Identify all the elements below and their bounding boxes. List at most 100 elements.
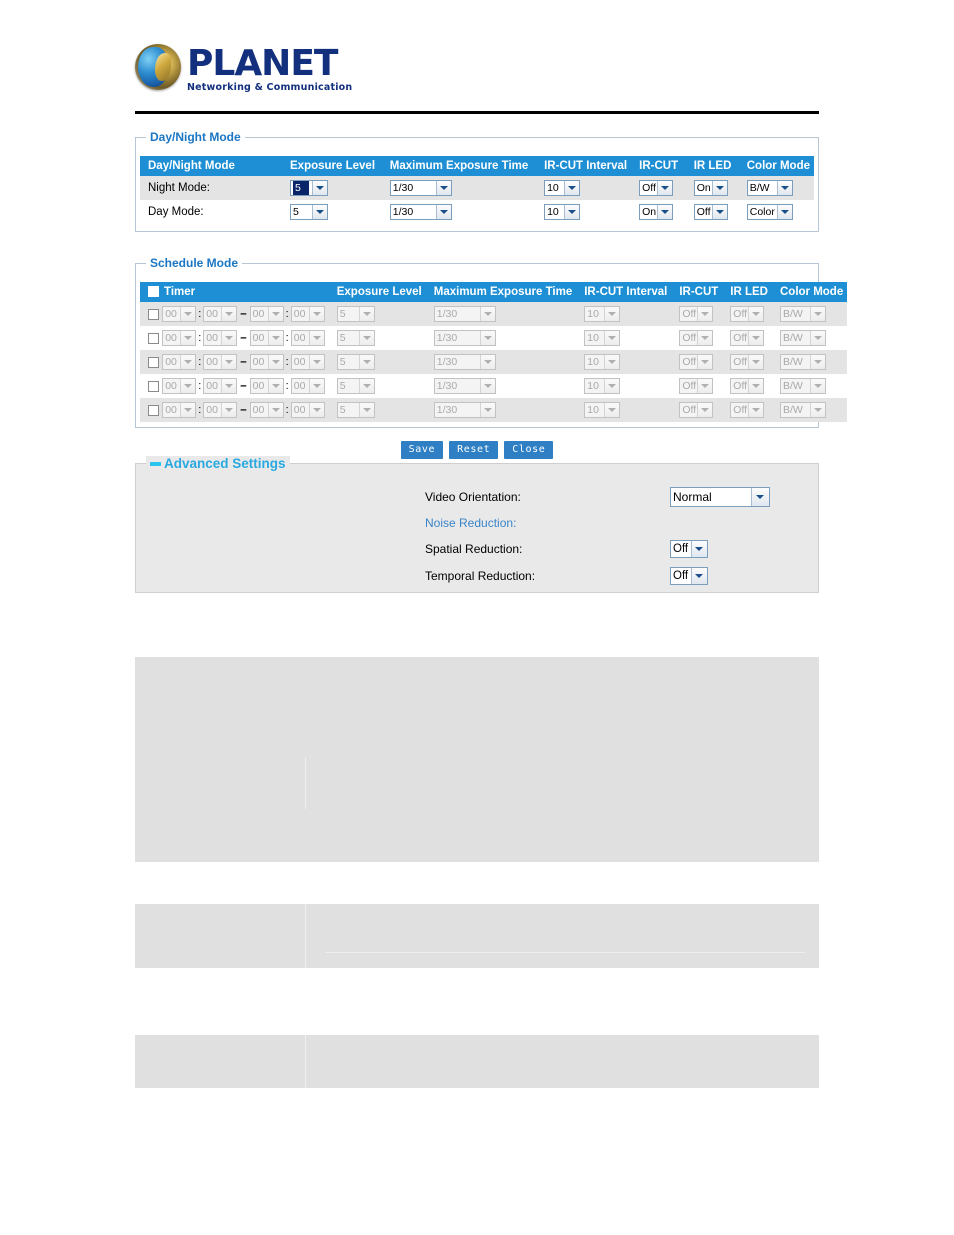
schedule-row-2-checkbox[interactable] bbox=[148, 332, 159, 344]
chevron-down-icon bbox=[691, 541, 707, 557]
day-color-mode-select[interactable]: Color bbox=[746, 204, 793, 220]
schedule-row-4-end-minute-select[interactable]: 00 bbox=[290, 378, 325, 394]
chevron-down-icon bbox=[657, 181, 673, 195]
schedule-row-3-checkbox[interactable] bbox=[148, 356, 159, 368]
schedule-row-2-max-exposure-time-select[interactable]: 1/30 bbox=[433, 330, 496, 346]
night-ircut-select[interactable]: Off bbox=[639, 180, 674, 196]
close-button[interactable]: Close bbox=[504, 441, 554, 459]
schedule-row-1-color-mode-select[interactable]: B/W bbox=[779, 306, 826, 322]
day-max-exposure-time-select[interactable]: 1/30 bbox=[389, 204, 452, 220]
time-separator: : bbox=[285, 308, 289, 321]
schedule-row-4-start-minute-select[interactable]: 00 bbox=[203, 378, 238, 394]
schedule-row-4-ircut-select[interactable]: Off bbox=[679, 378, 714, 394]
schedule-row-2-end-hour-select[interactable]: 00 bbox=[249, 330, 284, 346]
schedule-row-2-ircut-interval-select[interactable]: 10 bbox=[584, 330, 621, 346]
schedule-row-2-start-minute-select[interactable]: 00 bbox=[203, 330, 238, 346]
schedule-row-5-end-hour-select[interactable]: 00 bbox=[249, 402, 284, 418]
daynight-panel-legend: Day/Night Mode bbox=[146, 130, 245, 144]
schedule-row-1-exposure-level-select[interactable]: 5 bbox=[336, 306, 375, 322]
night-max-exposure-time-select[interactable]: 1/30 bbox=[389, 180, 452, 196]
schedule-row-1-start-hour-select[interactable]: 00 bbox=[162, 306, 197, 322]
schedule-row-2-color-mode-select[interactable]: B/W bbox=[779, 330, 826, 346]
schedule-row-3-irled-select[interactable]: Off bbox=[730, 354, 765, 370]
schedule-row-3-ircut-interval-select[interactable]: 10 bbox=[584, 354, 621, 370]
schedule-row-2-end-minute-select[interactable]: 00 bbox=[290, 330, 325, 346]
night-irled-select[interactable]: On bbox=[693, 180, 728, 196]
schedule-row-3-end-minute-select[interactable]: 00 bbox=[290, 354, 325, 370]
day-ircut-select[interactable]: On bbox=[639, 204, 674, 220]
schedule-row-1-end-minute-select[interactable]: 00 bbox=[290, 306, 325, 322]
schedule-row-1-irled-select[interactable]: Off bbox=[730, 306, 765, 322]
schedule-row-5-color-mode-select[interactable]: B/W bbox=[779, 402, 826, 418]
night-color-mode-select[interactable]: B/W bbox=[746, 180, 793, 196]
schedule-row-1-start-minute-select[interactable]: 00 bbox=[203, 306, 238, 322]
schedule-row-4-max-exposure-time-select[interactable]: 1/30 bbox=[433, 378, 496, 394]
action-button-row: Save Reset Close bbox=[0, 441, 954, 459]
schedule-row-1-end-hour-select[interactable]: 00 bbox=[249, 306, 284, 322]
minus-collapse-icon[interactable] bbox=[150, 461, 161, 466]
schedule-row-4-exposure-level-select[interactable]: 5 bbox=[336, 378, 375, 394]
day-ircut-interval-select[interactable]: 10 bbox=[544, 204, 581, 220]
reset-button[interactable]: Reset bbox=[449, 441, 499, 459]
chevron-down-icon bbox=[308, 403, 324, 417]
schedule-row-4-ircut-interval-select[interactable]: 10 bbox=[584, 378, 621, 394]
schedule-row-4-checkbox[interactable] bbox=[148, 380, 159, 392]
time-separator: : bbox=[198, 332, 202, 345]
schedule-table: Timer Exposure Level Maximum Exposure Ti… bbox=[140, 282, 848, 422]
schedule-row-5-ircut-interval-select[interactable]: 10 bbox=[584, 402, 621, 418]
chevron-down-icon bbox=[221, 403, 237, 417]
chevron-down-icon bbox=[180, 403, 196, 417]
header-divider bbox=[135, 111, 819, 114]
spatial-reduction-select[interactable]: Off bbox=[670, 540, 708, 558]
day-max-exposure-cell: 1/30 bbox=[381, 200, 537, 224]
schedule-row-3-start-minute-select[interactable]: 00 bbox=[203, 354, 238, 370]
schedule-row-2-start-hour-select[interactable]: 00 bbox=[162, 330, 197, 346]
day-exposure-level-select[interactable]: 5 bbox=[290, 204, 328, 220]
schedule-row-5-ircut-select[interactable]: Off bbox=[679, 402, 714, 418]
day-irled-select[interactable]: Off bbox=[693, 204, 728, 220]
chevron-down-icon bbox=[180, 331, 196, 345]
schedule-row-3-color-mode-select[interactable]: B/W bbox=[779, 354, 826, 370]
schedule-row-3-max-exposure-time-select[interactable]: 1/30 bbox=[433, 354, 496, 370]
schedule-row-5-start-hour-select[interactable]: 00 bbox=[162, 402, 197, 418]
schedule-row-3-start-hour-select[interactable]: 00 bbox=[162, 354, 197, 370]
schedule-row-1-checkbox[interactable] bbox=[148, 308, 159, 320]
chevron-down-icon bbox=[711, 205, 727, 219]
timer-select-all-checkbox[interactable] bbox=[148, 286, 159, 298]
schedule-row-2-ircut-select[interactable]: Off bbox=[679, 330, 714, 346]
schedule-row-1-max-exposure-time-select[interactable]: 1/30 bbox=[433, 306, 496, 322]
schedule-row-5-exposure-level-select[interactable]: 5 bbox=[336, 402, 375, 418]
schedule-row-5-irled-select[interactable]: Off bbox=[730, 402, 765, 418]
schedule-row-3-end-hour-select[interactable]: 00 bbox=[249, 354, 284, 370]
schedule-row-3-ircut-select[interactable]: Off bbox=[679, 354, 714, 370]
schedule-row-5-end-minute-select[interactable]: 00 bbox=[290, 402, 325, 418]
schedule-row-5-start-minute-select[interactable]: 00 bbox=[203, 402, 238, 418]
schedule-row-2-exposure-level-select[interactable]: 5 bbox=[336, 330, 375, 346]
table-row: Night Mode: 5 1/30 10 Off On B/W bbox=[140, 176, 814, 200]
schedule-row-5-max-exposure-time-select[interactable]: 1/30 bbox=[433, 402, 496, 418]
night-exposure-level-select[interactable]: 5 bbox=[290, 180, 328, 196]
night-ircut-interval-select[interactable]: 10 bbox=[544, 180, 581, 196]
schedule-row-1-ircut-select[interactable]: Off bbox=[679, 306, 714, 322]
schedule-row-4-start-hour-select[interactable]: 00 bbox=[162, 378, 197, 394]
chevron-down-icon bbox=[751, 488, 769, 506]
schedule-row-4-end-hour-select[interactable]: 00 bbox=[249, 378, 284, 394]
video-orientation-select[interactable]: Normal bbox=[670, 487, 770, 507]
chevron-down-icon bbox=[564, 181, 580, 195]
noise-reduction-label: Noise Reduction: bbox=[425, 516, 517, 530]
chevron-down-icon bbox=[711, 181, 727, 195]
schedule-row-3-exposure-level-select[interactable]: 5 bbox=[336, 354, 375, 370]
chevron-down-icon bbox=[748, 403, 764, 417]
temporal-reduction-select[interactable]: Off bbox=[670, 567, 708, 585]
brand-name: PLANET bbox=[187, 43, 338, 84]
schedule-row-4-color-mode-select[interactable]: B/W bbox=[779, 378, 826, 394]
advanced-settings-legend[interactable]: Advanced Settings bbox=[146, 456, 290, 471]
schedule-row-4-color-mode-cell: B/W bbox=[771, 374, 848, 398]
schedule-row-4-irled-select[interactable]: Off bbox=[730, 378, 765, 394]
col-color-mode: Color Mode bbox=[771, 282, 848, 302]
schedule-row-1-ircut-interval-select[interactable]: 10 bbox=[584, 306, 621, 322]
save-button[interactable]: Save bbox=[400, 441, 444, 459]
schedule-row-5-checkbox[interactable] bbox=[148, 404, 159, 416]
schedule-row-2-irled-select[interactable]: Off bbox=[730, 330, 765, 346]
day-ircut-interval-cell: 10 bbox=[536, 200, 632, 224]
